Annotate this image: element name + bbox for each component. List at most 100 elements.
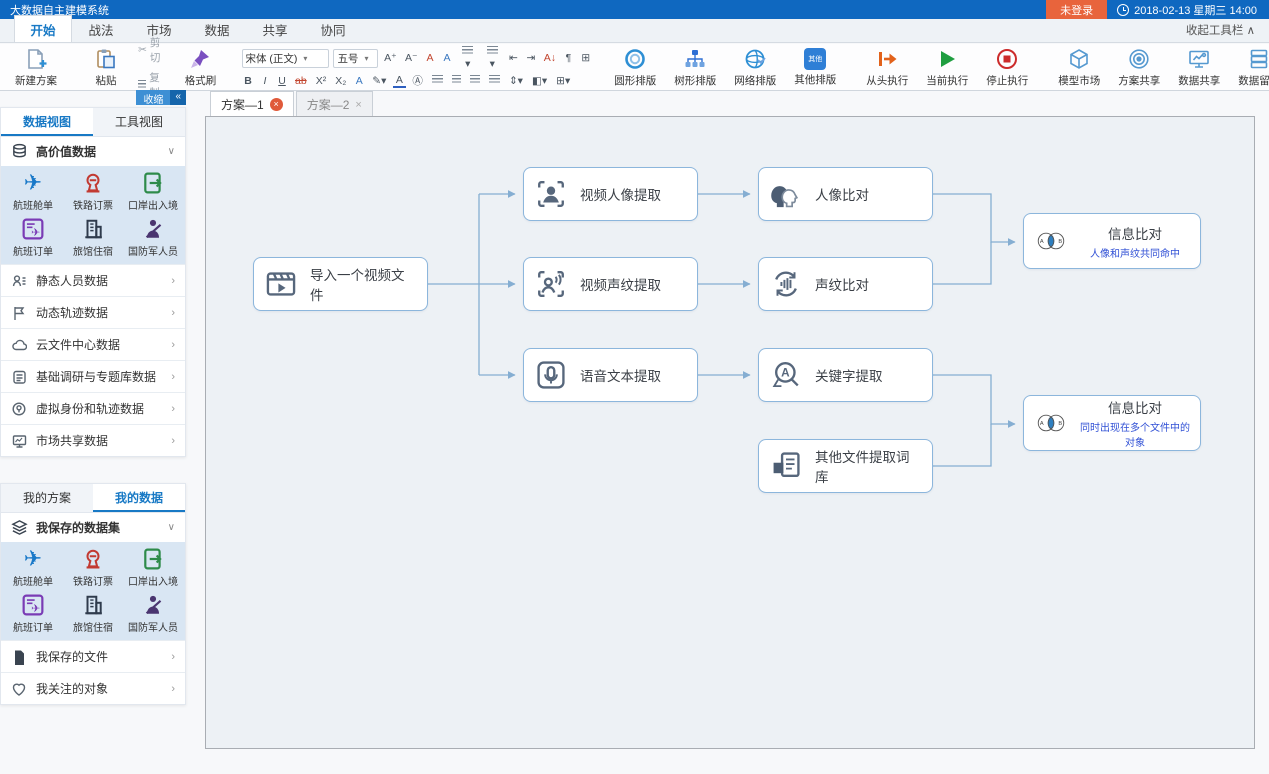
- node-other-file-lexicon[interactable]: 其他文件提取词库: [758, 439, 933, 493]
- tab-my-data[interactable]: 我的数据: [93, 484, 185, 512]
- plan-share-button[interactable]: 方案共享: [1110, 46, 1168, 88]
- network-layout-button[interactable]: 网络排版: [726, 46, 784, 88]
- grid-item-flight-manifest[interactable]: ✈ 航班舱单: [3, 546, 63, 588]
- ribbon-tab-data[interactable]: 数据: [188, 15, 246, 42]
- new-plan-button[interactable]: 新建方案: [7, 46, 65, 88]
- bullet-list-button[interactable]: ▾: [457, 46, 478, 70]
- model-market-button[interactable]: 模型市场: [1050, 46, 1108, 88]
- text-effects-button[interactable]: A: [423, 52, 436, 64]
- format-painter-button[interactable]: 格式刷: [173, 46, 227, 88]
- text-outline-button[interactable]: A: [353, 75, 366, 87]
- font-size-select[interactable]: 五号▾: [333, 49, 377, 68]
- grid-item-flight-order[interactable]: ✈ 航班订单: [3, 216, 63, 258]
- strikethrough-button[interactable]: ab: [293, 75, 310, 87]
- grid-item-rail-ticket[interactable]: 铁路订票: [63, 170, 123, 212]
- grid-item-military-personnel[interactable]: 国防军人员: [123, 216, 183, 258]
- shading-button[interactable]: ◧▾: [529, 75, 549, 87]
- login-status-badge[interactable]: 未登录: [1046, 0, 1107, 19]
- sidebar-collapse-button[interactable]: 收缩 «: [136, 90, 186, 105]
- line-spacing-button[interactable]: ⇕▾: [506, 75, 525, 87]
- node-video-face-extract[interactable]: 视频人像提取: [523, 167, 698, 221]
- node-face-compare[interactable]: 人像比对: [758, 167, 933, 221]
- grid-item-border-entry-exit[interactable]: 口岸出入境: [123, 546, 183, 588]
- grid-item-hotel-stay[interactable]: 旅馆住宿: [63, 592, 123, 634]
- font-color-button[interactable]: A: [393, 74, 406, 88]
- change-case-button[interactable]: Ⓐ: [410, 73, 426, 88]
- underline-button[interactable]: U: [276, 75, 289, 87]
- tab-tool-view[interactable]: 工具视图: [93, 108, 185, 136]
- data-share-button[interactable]: 数据共享: [1170, 46, 1228, 88]
- align-right-button[interactable]: [467, 75, 482, 87]
- paste-button[interactable]: 粘贴: [79, 46, 133, 88]
- plan-tab-2[interactable]: 方案—2 ×: [296, 91, 373, 116]
- superscript-button[interactable]: X²: [313, 75, 329, 87]
- font-family-select[interactable]: 宋体 (正文)▾: [242, 49, 330, 68]
- ribbon-tab-tactics[interactable]: 战法: [72, 15, 130, 42]
- borders-button[interactable]: ⊞▾: [554, 75, 573, 87]
- pilcrow-button[interactable]: ¶: [562, 52, 575, 64]
- my-saved-datasets-section[interactable]: 我保存的数据集 ∨: [1, 513, 185, 542]
- outdent-button[interactable]: ⇤: [506, 52, 519, 64]
- indent-button[interactable]: ⇥: [524, 52, 537, 64]
- grid-item-rail-ticket[interactable]: 铁路订票: [63, 546, 123, 588]
- highlight-color-button[interactable]: ✎▾: [370, 75, 389, 87]
- plan-tab-1[interactable]: 方案—1 ×: [210, 91, 294, 116]
- node-import-video[interactable]: 导入一个视频文件: [253, 257, 428, 311]
- subscript-button[interactable]: X₂: [333, 75, 349, 87]
- node-video-voice-extract[interactable]: 视频声纹提取: [523, 257, 698, 311]
- node-voice-compare[interactable]: 声纹比对: [758, 257, 933, 311]
- table-button[interactable]: ⊞: [579, 52, 592, 64]
- venn-diagram-icon: AB: [1034, 224, 1068, 258]
- close-tab-icon[interactable]: ×: [270, 98, 283, 111]
- node-info-compare-top[interactable]: AB 信息比对 人像和声纹共同命中: [1023, 213, 1201, 269]
- grow-font-button[interactable]: A⁺: [382, 52, 399, 64]
- grid-item-hotel-stay[interactable]: 旅馆住宿: [63, 216, 123, 258]
- sidebar-item-cloud-file-data[interactable]: 云文件中心数据›: [1, 328, 185, 360]
- grid-item-military-personnel[interactable]: 国防军人员: [123, 592, 183, 634]
- model-canvas[interactable]: 导入一个视频文件 视频人像提取 人像比对 视频声纹提取 声纹比对 语音文本提取: [205, 116, 1255, 749]
- grid-item-border-entry-exit[interactable]: 口岸出入境: [123, 170, 183, 212]
- grid-item-flight-order[interactable]: ✈ 航班订单: [3, 592, 63, 634]
- other-layout-button[interactable]: 其他 其他排版: [786, 46, 844, 88]
- bold-button[interactable]: B: [242, 75, 255, 87]
- shrink-font-button[interactable]: A⁻: [403, 52, 420, 64]
- high-value-data-section[interactable]: 高价值数据 ∨: [1, 137, 185, 166]
- numbered-list-button[interactable]: ▾: [482, 46, 503, 70]
- data-retention-button[interactable]: 数据留存: [1230, 46, 1269, 88]
- sidebar-item-label: 市场共享数据: [36, 432, 108, 449]
- sidebar-item-survey-thematic-data[interactable]: 基础调研与专题库数据›: [1, 360, 185, 392]
- italic-button[interactable]: I: [259, 75, 272, 87]
- align-left-button[interactable]: [429, 75, 445, 87]
- run-from-start-button[interactable]: 从头执行: [858, 46, 916, 88]
- grid-item-flight-manifest[interactable]: ✈ 航班舱单: [3, 170, 63, 212]
- sidebar-item-static-person-data[interactable]: 静态人员数据›: [1, 264, 185, 296]
- tree-layout-button[interactable]: 树形排版: [666, 46, 724, 88]
- collapse-toolbar-link[interactable]: 收起工具栏 ∧: [1186, 22, 1255, 38]
- sidebar-item-my-saved-files[interactable]: 我保存的文件›: [1, 640, 185, 672]
- ribbon-tab-collab[interactable]: 协同: [304, 15, 362, 42]
- tab-my-plans[interactable]: 我的方案: [1, 484, 93, 512]
- node-keyword-extract[interactable]: A 关键字提取: [758, 348, 933, 402]
- copy-icon: [138, 80, 146, 89]
- phonetic-guide-button[interactable]: A: [440, 52, 453, 64]
- ribbon-tab-start[interactable]: 开始: [14, 15, 72, 42]
- justify-button[interactable]: [486, 75, 502, 87]
- close-tab-icon[interactable]: ×: [355, 99, 361, 111]
- run-current-button[interactable]: 当前执行: [918, 46, 976, 88]
- sidebar-item-dynamic-track-data[interactable]: 动态轨迹数据›: [1, 296, 185, 328]
- tab-data-view[interactable]: 数据视图: [1, 108, 93, 136]
- ribbon-tab-share[interactable]: 共享: [246, 15, 304, 42]
- chart-board-icon: [1187, 47, 1211, 71]
- sidebar-item-virtual-identity-data[interactable]: 虚拟身份和轨迹数据›: [1, 392, 185, 424]
- sort-button[interactable]: A↓: [541, 52, 558, 64]
- align-center-button[interactable]: [449, 75, 463, 87]
- sidebar-item-my-followed-objects[interactable]: 我关注的对象›: [1, 672, 185, 704]
- node-speech-text-extract[interactable]: 语音文本提取: [523, 348, 698, 402]
- sidebar-item-market-shared-data[interactable]: 市场共享数据›: [1, 424, 185, 456]
- cut-button[interactable]: ✂剪切: [135, 34, 171, 66]
- new-plan-label: 新建方案: [15, 73, 57, 88]
- stop-button[interactable]: 停止执行: [978, 46, 1036, 88]
- circle-layout-button[interactable]: 圆形排版: [606, 46, 664, 88]
- node-info-compare-bottom[interactable]: AB 信息比对 同时出现在多个文件中的对象: [1023, 395, 1201, 451]
- chevron-down-icon: ∨: [168, 146, 175, 157]
